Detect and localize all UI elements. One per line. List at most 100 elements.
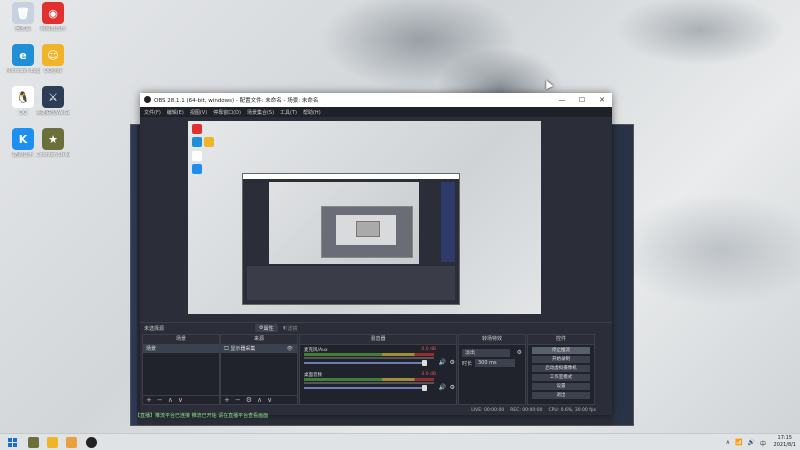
start-recording-button[interactable]: 开始录制 (532, 356, 590, 363)
volume-icon[interactable]: 🔊 (748, 439, 755, 448)
desktop-app-icon: e (12, 44, 34, 66)
gear-icon[interactable]: ⚙ (450, 359, 455, 366)
no-source-label: 未选择源 (144, 326, 165, 332)
sources-header: 来源 (221, 335, 297, 345)
studio-mode-button[interactable]: 工作室模式 (532, 374, 590, 381)
menu-file[interactable]: 文件(F) (144, 109, 161, 116)
level-meter (304, 378, 434, 381)
menu-tools[interactable]: 工具(T) (280, 109, 297, 116)
input-method-icon[interactable]: 中 (760, 439, 766, 448)
desktop-icon-label: 英雄联盟WeGame版 (36, 110, 70, 116)
taskbar-app-folder-icon[interactable] (66, 437, 77, 448)
close-button[interactable]: ✕ (592, 93, 612, 107)
desktop-icon[interactable]: 🗑 回收站 (6, 2, 40, 32)
move-source-up-button[interactable]: ∧ (257, 396, 262, 404)
volume-slider[interactable] (304, 360, 427, 366)
obs-window[interactable]: OBS 28.1.1 (64-bit, windows) - 配置文件: 未命名… (140, 93, 612, 415)
desktop-icon-label: 网易云音乐 (40, 26, 66, 32)
stop-streaming-button[interactable]: 停止推流 (532, 347, 590, 354)
remove-source-button[interactable]: − (235, 396, 241, 404)
sources-dock: 来源 🖵 显示器采集 👁 + − ⚙ ∧ ∨ (220, 334, 298, 405)
desktop-app-icon: K (12, 128, 34, 150)
source-item[interactable]: 🖵 显示器采集 👁 (221, 345, 297, 353)
duration-label: 时长 (462, 361, 473, 367)
volume-slider[interactable] (304, 385, 427, 391)
channel-db: 0.0 dB (421, 372, 436, 377)
mixer-header: 混音器 (300, 335, 456, 345)
desktop-app-icon: ★ (42, 128, 64, 150)
desktop-icon[interactable]: ◉ 网易云音乐 (36, 2, 70, 32)
title-bar[interactable]: OBS 28.1.1 (64-bit, windows) - 配置文件: 未命名… (140, 93, 612, 107)
exit-button[interactable]: 退出 (532, 392, 590, 399)
menu-docks[interactable]: 停靠窗口(D) (213, 109, 241, 116)
network-icon[interactable]: 📶 (735, 439, 742, 448)
taskbar-app-game-icon[interactable] (28, 437, 39, 448)
mixer-dock: 混音器 麦克风/Aux 0.0 dB 🔊 ⚙ 桌面音频 0.0 dB 🔊 ⚙ (299, 334, 457, 405)
window-title: OBS 28.1.1 (64-bit, windows) - 配置文件: 未命名… (154, 98, 319, 104)
level-meter (304, 353, 434, 356)
taskbar-app-obs-icon[interactable] (86, 437, 97, 448)
clock-time: 17:15 (777, 435, 792, 441)
start-virtual-camera-button[interactable]: 启动虚拟摄像机 (532, 365, 590, 372)
preview-canvas (188, 121, 541, 314)
scene-item[interactable]: 场景 (143, 345, 219, 353)
menu-scene-collection[interactable]: 场景集合(S) (247, 109, 274, 116)
stream-ticker: 【直播】推流平台已连接 推流已开始 请在直播平台查看画面 (135, 413, 269, 419)
desktop-app-icon: 🐧 (12, 86, 34, 108)
desktop-icon-label: 回收站 (15, 26, 31, 32)
taskbar-app-qqgame-icon[interactable] (47, 437, 58, 448)
desktop-app-icon: 🗑 (12, 2, 34, 24)
nested-obs-capture (242, 173, 460, 305)
desktop-icon-label: Counter-Strike (36, 152, 70, 158)
taskbar: ∧ 📶 🔊 中 17:15 2021/8/1 (0, 433, 800, 450)
menu-help[interactable]: 帮助(H) (303, 109, 321, 116)
rec-timer: REC: 00:00:00 (510, 407, 543, 413)
menu-bar: 文件(F) 编辑(E) 视图(V) 停靠窗口(D) 场景集合(S) 工具(T) … (140, 107, 612, 117)
remove-scene-button[interactable]: − (157, 396, 163, 404)
visibility-eye-icon[interactable]: 👁 (287, 345, 293, 353)
add-source-button[interactable]: + (224, 396, 230, 404)
move-source-down-button[interactable]: ∨ (267, 396, 272, 404)
speaker-icon[interactable]: 🔊 (439, 359, 446, 366)
menu-view[interactable]: 视图(V) (190, 109, 207, 116)
desktop-icon[interactable]: ☺ QQ游戏 (36, 44, 70, 74)
desktop-icon[interactable]: ★ Counter-Strike (36, 128, 70, 158)
mixer-channel-mic: 麦克风/Aux 0.0 dB 🔊 ⚙ (302, 347, 456, 369)
desktop: 🗑 回收站 ◉ 网易云音乐 e Microsoft Edge ☺ QQ游戏 🐧 QQ ⚔ 英雄联盟We… (0, 0, 800, 450)
obs-logo-icon (144, 96, 151, 103)
scenes-dock: 场景 场景 + − ∧ ∨ (142, 334, 220, 405)
desktop-app-icon: ◉ (42, 2, 64, 24)
move-scene-up-button[interactable]: ∧ (168, 396, 173, 404)
add-scene-button[interactable]: + (146, 396, 152, 404)
minimize-button[interactable]: — (552, 93, 572, 107)
desktop-icon-label: QQ游戏 (44, 68, 62, 74)
desktop-icon[interactable]: K 酷狗音乐 (6, 128, 40, 158)
controls-dock: 控件 停止推流 开始录制 启动虚拟摄像机 工作室模式 设置 退出 (527, 334, 595, 405)
desktop-icon[interactable]: ⚔ 英雄联盟WeGame版 (36, 86, 70, 116)
start-button[interactable] (8, 438, 17, 447)
menu-edit[interactable]: 编辑(E) (167, 109, 184, 116)
filters-button[interactable]: ◐ 滤镜 (279, 324, 301, 332)
source-settings-button[interactable]: ⚙ (246, 396, 252, 404)
mouse-cursor (542, 78, 554, 90)
maximize-button[interactable]: ☐ (572, 93, 592, 107)
desktop-app-icon: ☺ (42, 44, 64, 66)
clock[interactable]: 17:15 2021/8/1 (774, 435, 796, 449)
settings-button[interactable]: 设置 (532, 383, 590, 390)
mixer-channel-desktop: 桌面音频 0.0 dB 🔊 ⚙ (302, 372, 456, 394)
preview-area[interactable] (140, 117, 612, 322)
desktop-icon[interactable]: 🐧 QQ (6, 86, 40, 116)
move-scene-down-button[interactable]: ∨ (178, 396, 183, 404)
transitions-dock: 转场特效 淡出 ⚙ 时长 300 ms (458, 334, 526, 405)
speaker-icon[interactable]: 🔊 (439, 384, 446, 391)
desktop-icon[interactable]: e Microsoft Edge (6, 44, 40, 74)
controls-header: 控件 (528, 335, 594, 345)
transition-select[interactable]: 淡出 (462, 349, 510, 357)
gear-icon[interactable]: ⚙ (450, 384, 455, 391)
transition-settings-icon[interactable]: ⚙ (517, 349, 522, 356)
duration-input[interactable]: 300 ms (475, 359, 515, 367)
source-toolbar: 未选择源 ⚙ 属性 ◐ 滤镜 (140, 322, 612, 334)
tray-expand-icon[interactable]: ∧ (726, 439, 730, 448)
properties-button[interactable]: ⚙ 属性 (255, 324, 278, 332)
cpu-fps: CPU: 0.6%, 30.00 fps (548, 407, 597, 413)
